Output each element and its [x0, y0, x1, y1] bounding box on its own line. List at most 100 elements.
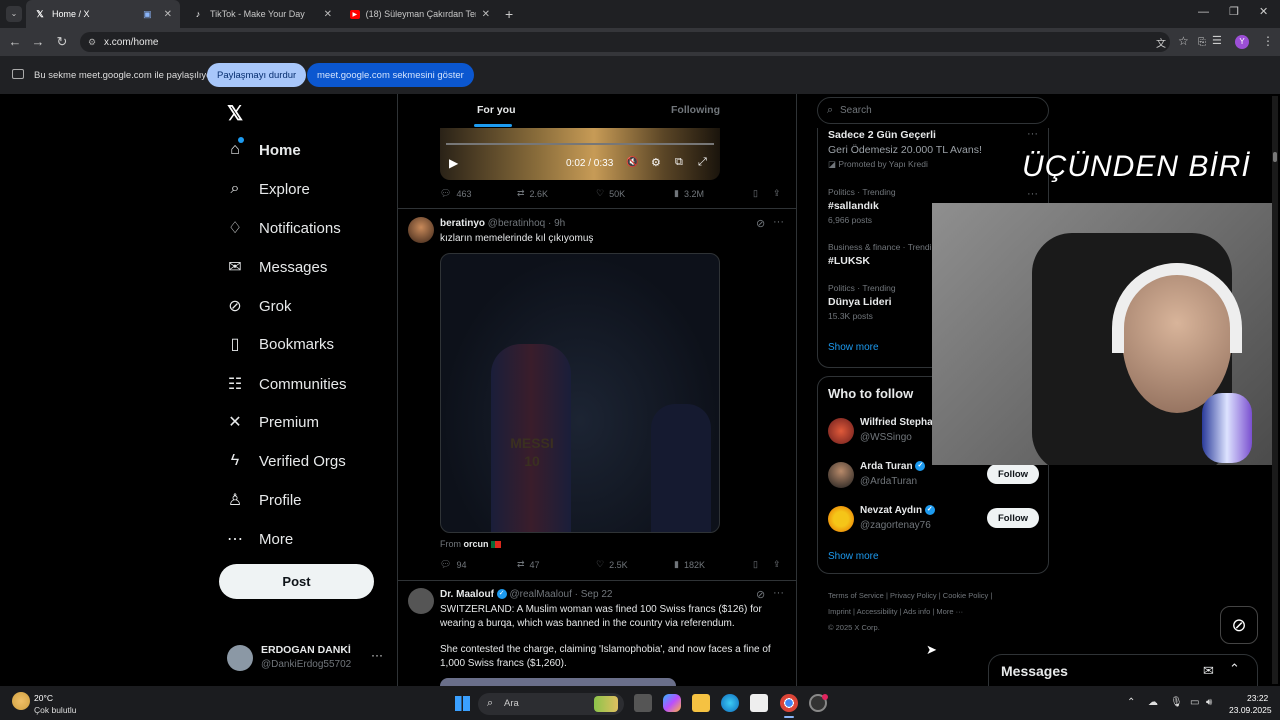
edge-icon[interactable]	[721, 694, 739, 712]
nav-notifications[interactable]: ♢ Notifications	[225, 218, 341, 238]
footer-link[interactable]: Privacy Policy	[890, 591, 937, 600]
ad-title[interactable]: Sadece 2 Gün Geçerli	[828, 129, 936, 141]
nav-more[interactable]: ⋯ More	[225, 529, 293, 549]
close-window-button[interactable]: ✕	[1259, 5, 1268, 18]
clock-time[interactable]: 23:22	[1247, 693, 1268, 703]
tab-search-icon[interactable]: ☰	[1212, 34, 1222, 47]
menu-kebab-icon[interactable]: ⋮	[1262, 34, 1274, 48]
trend-item[interactable]: Politics · Trending #sallandık 6,966 pos…	[828, 187, 896, 225]
video-progress-bar[interactable]	[446, 143, 714, 145]
tab-home-x[interactable]: 𝕏 Home / X ▣ ✕	[26, 0, 180, 28]
clock-date[interactable]: 23.09.2025	[1229, 705, 1272, 715]
microphone-icon[interactable]: 🎙︎	[1170, 697, 1183, 708]
nav-verified-orgs[interactable]: ϟ Verified Orgs	[225, 451, 346, 471]
messages-drawer[interactable]: Messages ✉ ⌃	[988, 654, 1258, 688]
trend-item[interactable]: Politics · Trending Dünya Lideri 15.3K p…	[828, 283, 896, 321]
author-handle[interactable]: @beratinhoq · 9h	[488, 218, 565, 229]
footer-link[interactable]: Imprint	[828, 607, 851, 616]
search-box[interactable]: ⌕ Search	[817, 97, 1049, 124]
follow-button[interactable]: Follow	[987, 464, 1039, 484]
file-explorer-icon[interactable]	[692, 694, 710, 712]
stop-sharing-button[interactable]: Paylaşmayı durdur	[207, 63, 307, 87]
tab-for-you[interactable]: For you	[477, 104, 516, 116]
close-tab-icon[interactable]: ✕	[482, 9, 490, 20]
tab-following[interactable]: Following	[671, 104, 720, 116]
video-player[interactable]: ▶ 0:02 / 0:33 🔇 ⚙ ⧉ ⤢	[440, 128, 720, 180]
post-avatar[interactable]	[408, 588, 434, 614]
like-button[interactable]: ♡ 50K	[596, 188, 625, 199]
scrollbar-thumb[interactable]	[1273, 152, 1277, 162]
restore-button[interactable]: ❐	[1229, 5, 1239, 18]
show-more-link[interactable]: Show more	[828, 551, 879, 562]
nav-communities[interactable]: ☷ Communities	[225, 374, 347, 394]
start-button-icon[interactable]	[455, 696, 470, 711]
new-tab-button[interactable]: +	[505, 6, 513, 22]
mute-icon[interactable]: 🔇	[626, 157, 638, 168]
bookmark-icon[interactable]: ▯	[753, 559, 758, 570]
show-meet-tab-button[interactable]: meet.google.com sekmesini göster	[307, 63, 474, 87]
more-dots-icon[interactable]: ···	[1027, 188, 1038, 200]
nav-bookmarks[interactable]: ▯ Bookmarks	[225, 334, 334, 354]
grok-icon[interactable]: ⊘	[756, 588, 765, 601]
footer-link[interactable]: Ads info	[903, 607, 930, 616]
weather-icon[interactable]	[12, 692, 30, 710]
tab-list-button[interactable]: ⌄	[6, 6, 22, 22]
cloud-icon[interactable]: ☁	[1148, 697, 1158, 708]
author-name[interactable]: beratinyo	[440, 218, 485, 229]
show-more-link[interactable]: Show more	[828, 342, 879, 353]
repost-button[interactable]: ⇄ 47	[517, 559, 540, 570]
more-dots-icon[interactable]: ···	[1027, 128, 1038, 140]
author-handle[interactable]: @realMaalouf · Sep 22	[509, 589, 612, 600]
share-icon[interactable]: ⇪	[773, 188, 781, 199]
forward-arrow-icon[interactable]: →	[26, 34, 50, 49]
play-icon[interactable]: ▶	[449, 156, 458, 170]
grok-icon[interactable]: ⊘	[756, 217, 765, 230]
close-tab-icon[interactable]: ✕	[164, 9, 172, 20]
reply-button[interactable]: 💬︎ 94	[440, 559, 466, 570]
post-button[interactable]: Post	[219, 564, 374, 599]
chevron-up-icon[interactable]: ⌃	[1127, 697, 1135, 708]
settings-gear-icon[interactable]: ⚙	[651, 156, 661, 169]
account-switcher[interactable]: ERDOGAN DANKİ @DankiErdog55702 ···	[225, 642, 385, 676]
repost-button[interactable]: ⇄ 2.6K	[517, 188, 548, 199]
nav-premium[interactable]: ✕ Premium	[225, 412, 319, 432]
footer-link[interactable]: Accessibility	[857, 607, 898, 616]
footer-link[interactable]: Terms of Service	[828, 591, 884, 600]
nav-explore[interactable]: ⌕ Explore	[225, 179, 310, 199]
author-name[interactable]: Dr. Maalouf	[440, 589, 494, 600]
views-button[interactable]: ▮ 182K	[674, 559, 705, 570]
nav-grok[interactable]: ⊘ Grok	[225, 296, 291, 316]
footer-link[interactable]: More ···	[936, 607, 963, 616]
nav-home[interactable]: ⌂ Home	[225, 140, 301, 160]
post-avatar[interactable]	[408, 217, 434, 243]
reply-button[interactable]: 💬︎ 463	[440, 188, 471, 199]
scrollbar[interactable]	[1272, 96, 1278, 684]
volume-icon[interactable]: 🔊︎	[1206, 697, 1212, 708]
grok-float-button[interactable]: ⊘	[1220, 606, 1258, 644]
pip-icon[interactable]: ⧉	[675, 156, 683, 169]
more-dots-icon[interactable]: ···	[371, 648, 383, 662]
x-logo-icon[interactable]: 𝕏	[227, 101, 243, 126]
nav-profile[interactable]: ♙ Profile	[225, 490, 302, 510]
follow-button[interactable]: Follow	[987, 508, 1039, 528]
views-button[interactable]: ▮ 3.2M	[674, 188, 704, 199]
site-info-icon[interactable]: ⚙	[88, 37, 96, 48]
bookmark-icon[interactable]: ▯	[753, 188, 758, 199]
post-image[interactable]: MESSI 10	[440, 253, 720, 533]
bookmark-star-icon[interactable]: ☆	[1178, 34, 1189, 48]
follow-suggestion[interactable]: Nevzat Aydın ✓ @zagortenay76 Follow	[828, 505, 1040, 533]
expand-chevron-icon[interactable]: ⌃	[1229, 661, 1240, 677]
translate-icon[interactable]: 文	[1156, 35, 1166, 50]
store-icon[interactable]	[750, 694, 768, 712]
tab-tiktok[interactable]: ♪ TikTok - Make Your Day ✕	[184, 0, 340, 28]
share-icon[interactable]: ⇪	[773, 559, 781, 570]
new-message-icon[interactable]: ✉	[1203, 663, 1214, 679]
reload-icon[interactable]: ↻	[50, 34, 74, 50]
install-icon[interactable]: ⎘	[1198, 37, 1206, 48]
back-arrow-icon[interactable]: ←	[3, 34, 27, 49]
more-dots-icon[interactable]: ···	[773, 587, 784, 599]
fullscreen-icon[interactable]: ⤢	[698, 156, 707, 169]
more-dots-icon[interactable]: ···	[773, 216, 784, 228]
close-tab-icon[interactable]: ✕	[324, 9, 332, 20]
nav-messages[interactable]: ✉ Messages	[225, 257, 327, 277]
